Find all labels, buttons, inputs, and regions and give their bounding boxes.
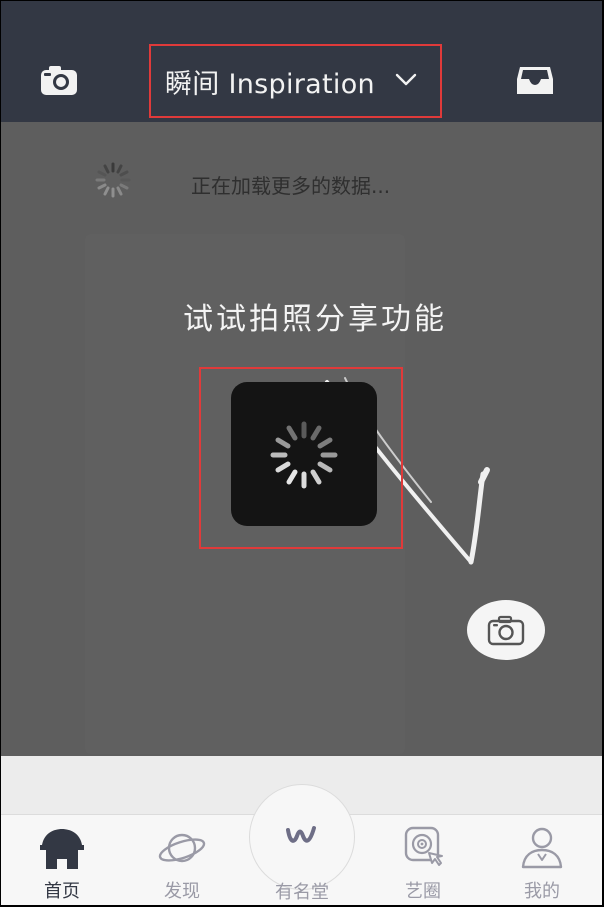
loading-spinner-icon xyxy=(95,162,131,198)
tab-home[interactable]: 首页 xyxy=(12,815,112,905)
tab-discover[interactable]: 发现 xyxy=(132,815,232,905)
camera-icon xyxy=(41,66,77,95)
camera-icon xyxy=(487,615,525,646)
loading-text: 正在加载更多的数据... xyxy=(191,174,391,198)
planet-icon xyxy=(158,833,206,863)
top-bar: 瞬间 Inspiration xyxy=(1,1,602,122)
tab-art-circle[interactable]: 艺圈 xyxy=(373,815,473,905)
inbox-icon xyxy=(517,67,553,94)
w-logo-icon xyxy=(286,826,316,843)
spinner-highlight xyxy=(199,367,403,549)
tab-label: 我的 xyxy=(524,881,560,902)
center-tab-circle xyxy=(270,802,334,866)
inbox-button[interactable] xyxy=(515,63,555,97)
home-icon xyxy=(40,829,84,869)
tab-me[interactable]: 我的 xyxy=(492,815,592,905)
activity-spinner-icon xyxy=(270,421,338,489)
camera-button[interactable] xyxy=(39,63,79,97)
tab-label: 有名堂 xyxy=(275,882,329,903)
feed-area: 正在加载更多的数据... 试试拍照分享功能 xyxy=(1,122,602,756)
loading-overlay xyxy=(231,382,377,526)
tab-label: 发现 xyxy=(164,881,200,902)
loading-more-row: 正在加载更多的数据... xyxy=(93,160,513,200)
chevron-down-icon xyxy=(395,73,417,86)
share-photo-button[interactable] xyxy=(467,600,545,660)
title-dropdown[interactable]: 瞬间 Inspiration xyxy=(149,44,442,118)
tab-label: 首页 xyxy=(44,881,80,902)
user-icon xyxy=(521,827,563,869)
target-icon xyxy=(404,826,443,866)
tab-hall-of-fame[interactable]: 有名堂 xyxy=(253,788,351,903)
tab-label: 艺圈 xyxy=(405,881,441,902)
page-title: 瞬间 Inspiration xyxy=(165,68,375,100)
app-screen: 瞬间 Inspiration 正在加载更多的数据... 试试拍照分享功能 首页 … xyxy=(1,1,602,905)
tutorial-hint: 试试拍照分享功能 xyxy=(183,302,447,337)
